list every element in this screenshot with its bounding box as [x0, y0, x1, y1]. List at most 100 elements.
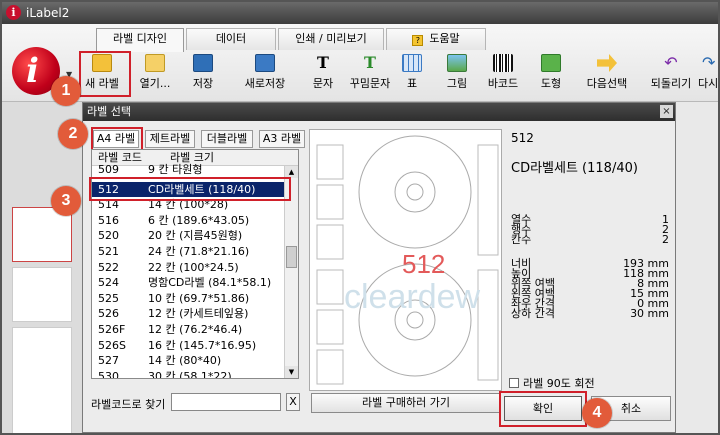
arrow-right-icon — [597, 54, 617, 72]
tab-data[interactable]: 데이터 — [186, 28, 276, 50]
list-item[interactable]: 530 30 칸 (58.1*22) — [92, 369, 298, 379]
image-button[interactable]: 그림 — [444, 54, 470, 91]
rotate-90-checkbox[interactable]: 라벨 90도 회전 — [509, 375, 595, 391]
table-button[interactable]: 표 — [402, 54, 422, 91]
label-select-dialog: 라벨 선택 × A4 라벨 제트라벨 더블라벨 A3 라벨 라벨 코드 라벨 크… — [82, 102, 676, 433]
highlight-selected-row — [89, 177, 291, 201]
checkbox-icon[interactable] — [509, 378, 519, 388]
table-text: 표 — [406, 77, 418, 90]
save-button[interactable]: 저장 — [188, 54, 218, 91]
dialog-title-text: 라벨 선택 — [87, 105, 131, 118]
rotate-90-label: 라벨 90도 회전 — [523, 377, 595, 390]
next-select-text: 다음선택 — [586, 77, 628, 90]
label-preview: 512 cleardew — [309, 129, 502, 391]
row-code: 509 — [98, 163, 119, 176]
highlight-new-label — [79, 51, 131, 97]
spec-label: 상하 간격 — [511, 307, 555, 320]
spec-value: 30 mm — [630, 307, 669, 320]
fancy-text-text: 꾸밈문자 — [349, 77, 391, 90]
tab-label-design[interactable]: 라벨 디자인 — [96, 28, 184, 52]
close-icon[interactable]: × — [660, 105, 673, 118]
row-size: 12 칸 (카세트테잎용) — [148, 307, 249, 321]
app-window: i iLabel2 i ▼ 라벨 디자인 데이터 인쇄 / 미리보기 ? 도움말 … — [0, 0, 720, 435]
page-thumbnail — [12, 327, 72, 433]
row-size: 14 칸 (80*40) — [148, 354, 222, 368]
info-dimensions: 너비 193 mm 높이 118 mm 위쪽 여백 8 mm 왼쪽 여백 15 mm 좌… — [511, 258, 669, 323]
spec-value: 2 — [662, 233, 669, 246]
row-code: 526 — [98, 307, 119, 321]
tab-a3-label[interactable]: A3 라벨 — [259, 130, 305, 148]
next-select-button[interactable]: 다음선택 — [585, 54, 629, 91]
help-icon: ? — [412, 35, 424, 46]
row-code: 520 — [98, 229, 119, 243]
list-item[interactable]: 524 명함CD라벨 (84.1*58.1) — [92, 275, 298, 291]
right-panel — [674, 102, 718, 433]
list-item[interactable]: 526 12 칸 (카세트테잎용) — [92, 306, 298, 322]
redo-icon: ↷ — [702, 53, 716, 72]
list-item[interactable]: 521 24 칸 (71.8*21.16) — [92, 244, 298, 260]
find-code-input[interactable] — [171, 393, 281, 411]
row-code: 526F — [98, 322, 126, 336]
scroll-down-icon[interactable]: ▼ — [285, 366, 298, 378]
text-button[interactable]: T 문자 — [308, 54, 338, 91]
save-text: 저장 — [192, 77, 214, 90]
find-by-code-label: 라벨코드로 찾기 — [91, 398, 166, 411]
preview-sheet: 512 cleardew — [316, 135, 499, 385]
shape-icon — [541, 54, 561, 72]
list-item[interactable]: 526F 12 칸 (76.2*46.4) — [92, 322, 298, 338]
list-item[interactable]: 525 10 칸 (69.7*51.86) — [92, 291, 298, 307]
shape-text: 도형 — [540, 77, 562, 90]
undo-button[interactable]: ↶ 되돌리기 — [648, 54, 694, 91]
undo-text: 되돌리기 — [650, 77, 692, 90]
row-size: 명함CD라벨 (84.1*58.1) — [148, 276, 272, 290]
list-item[interactable]: 522 22 칸 (100*24.5) — [92, 260, 298, 276]
buy-labels-button[interactable]: 라벨 구매하러 가기 — [311, 393, 501, 413]
row-size: 30 칸 (58.1*22) — [148, 369, 232, 379]
list-item[interactable]: 527 14 칸 (80*40) — [92, 353, 298, 369]
shape-button[interactable]: 도형 — [536, 54, 566, 91]
fancy-text-button[interactable]: T 꾸밈문자 — [347, 54, 393, 91]
list-item[interactable]: 520 20 칸 (지름45원형) — [92, 228, 298, 244]
image-text: 그림 — [446, 77, 468, 90]
info-code: 512 — [511, 131, 534, 145]
spec-label: 칸수 — [511, 233, 532, 246]
tab-print-preview[interactable]: 인쇄 / 미리보기 — [278, 28, 384, 50]
find-clear-button[interactable]: X — [286, 393, 300, 411]
row-code: 524 — [98, 276, 119, 290]
save-as-button[interactable]: 새로저장 — [242, 54, 288, 91]
row-size: 20 칸 (지름45원형) — [148, 229, 243, 243]
row-code: 525 — [98, 291, 119, 305]
redo-text: 다시하 — [698, 77, 719, 90]
barcode-button[interactable]: 바코드 — [486, 54, 520, 91]
list-item[interactable]: 516 6 칸 (189.6*43.05) — [92, 213, 298, 229]
tab-double-label[interactable]: 더블라벨 — [201, 130, 253, 148]
table-icon — [402, 54, 422, 72]
row-code: 530 — [98, 369, 119, 379]
highlight-a4-tab — [91, 127, 143, 151]
page-thumbnail — [12, 267, 72, 322]
barcode-text: 바코드 — [487, 77, 519, 90]
row-size: 9 칸 타원형 — [148, 163, 203, 176]
list-item[interactable]: 526S 16 칸 (145.7*16.95) — [92, 338, 298, 354]
open-text: 열기... — [139, 77, 171, 90]
info-name: CD라벨세트 (118/40) — [511, 161, 638, 176]
list-item[interactable]: 509 9 칸 타원형 — [92, 162, 298, 178]
step-callout-3: 3 — [51, 186, 81, 216]
text-icon: T — [317, 53, 329, 72]
redo-button[interactable]: ↷ 다시하 — [698, 53, 719, 91]
ribbon: i ▼ 라벨 디자인 데이터 인쇄 / 미리보기 ? 도움말 새 라벨 열기...… — [2, 24, 718, 102]
highlight-ok-button — [499, 391, 587, 427]
image-icon — [447, 54, 467, 72]
row-code: 516 — [98, 213, 119, 227]
open-button[interactable]: 열기... — [134, 54, 176, 91]
brand-watermark: cleardew — [344, 278, 481, 316]
left-panel — [2, 102, 82, 433]
step-callout-1: 1 — [51, 76, 81, 106]
save-as-icon — [255, 54, 275, 72]
save-as-text: 새로저장 — [244, 77, 286, 90]
tab-help-label: 도움말 — [429, 32, 460, 45]
tab-help[interactable]: ? 도움말 — [386, 28, 486, 50]
step-callout-2: 2 — [58, 119, 88, 149]
tab-jet-label[interactable]: 제트라벨 — [145, 130, 195, 148]
scroll-thumb[interactable] — [286, 246, 297, 268]
